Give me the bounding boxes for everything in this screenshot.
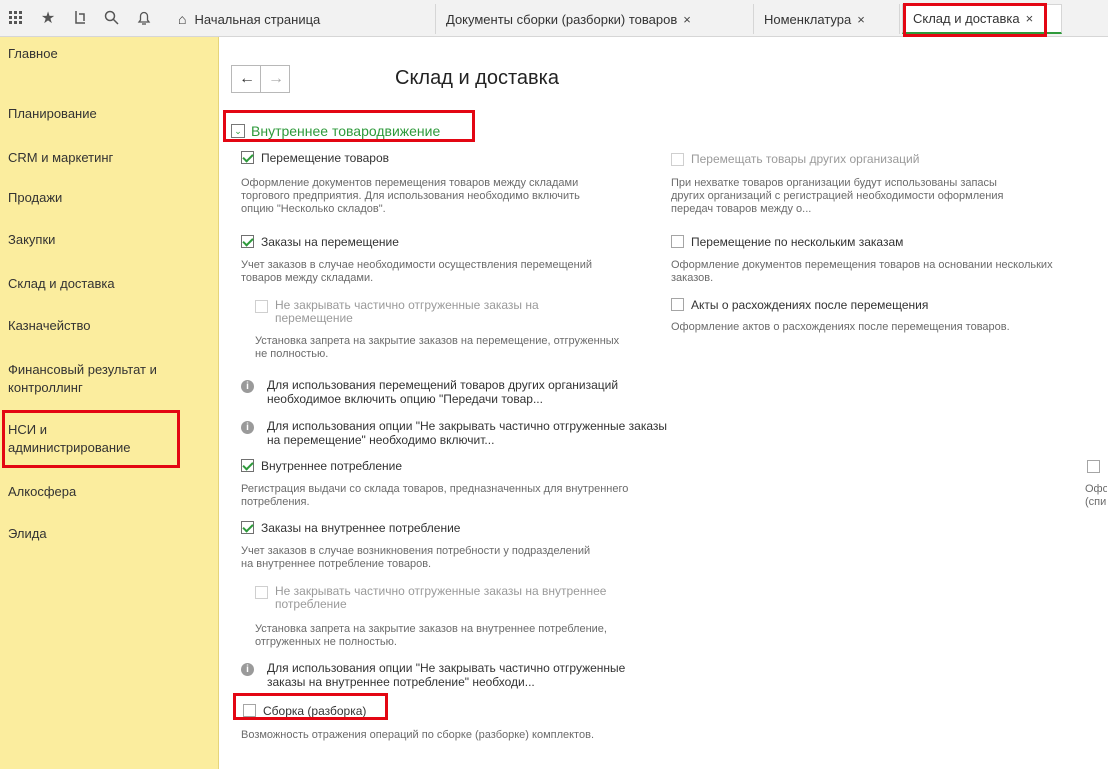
history-icon[interactable]	[68, 6, 92, 30]
no-close-internal-label: Не закрывать частично отгруженные заказы…	[275, 584, 607, 611]
internal-use-desc: Регистрация выдачи со склада товаров, пр…	[241, 483, 629, 508]
close-icon[interactable]: ×	[857, 12, 865, 27]
info-icon: i	[241, 380, 254, 393]
no-close-internal-checkbox[interactable]	[255, 586, 268, 599]
sidebar-item-sales[interactable]: Продажи	[8, 189, 208, 207]
close-icon[interactable]: ×	[683, 12, 691, 27]
sidebar-item-alcosphere[interactable]: Алкосфера	[8, 483, 208, 501]
top-bar: ★ ⌂ Начальная страница Документы сборки …	[0, 0, 1108, 37]
internal-use-label: Внутреннее потребление	[261, 459, 403, 473]
sidebar-item-main[interactable]: Главное	[8, 45, 208, 63]
discrepancy-label: Акты о расхождениях после перемещения	[691, 298, 929, 312]
other-orgs-label: Перемещать товары других организаций	[691, 152, 920, 166]
home-icon: ⌂	[178, 11, 187, 27]
tab-nomenclature[interactable]: Номенклатура ×	[754, 4, 900, 34]
bell-icon[interactable]	[132, 6, 156, 30]
info-note: Для использования опции "Не закрывать ча…	[267, 661, 626, 689]
back-button[interactable]: ←	[231, 65, 261, 93]
move-orders-checkbox[interactable]	[241, 235, 254, 248]
info-icon: i	[241, 421, 254, 434]
no-close-move-label: Не закрывать частично отгруженные заказы…	[275, 298, 539, 325]
multi-orders-checkbox[interactable]	[671, 235, 684, 248]
section-title: Внутреннее товародвижение	[251, 123, 441, 139]
section-header[interactable]: ⌄ Внутреннее товародвижение	[231, 123, 440, 139]
other-orgs-desc: При нехватке товаров организации будут и…	[671, 177, 1004, 215]
arrow-right-icon: →	[268, 70, 284, 87]
tab-home[interactable]: ⌂ Начальная страница	[168, 4, 436, 34]
sidebar-item-elida[interactable]: Элида	[8, 525, 208, 543]
no-close-move-desc: Установка запрета на закрытие заказов на…	[255, 335, 620, 360]
other-orgs-checkbox[interactable]	[671, 153, 684, 166]
sidebar-item-treasury[interactable]: Казначейство	[8, 317, 208, 335]
multi-orders-desc: Оформление документов перемещения товаро…	[671, 259, 1053, 284]
move-goods-desc: Оформление документов перемещения товаро…	[241, 177, 580, 215]
discrepancy-desc: Оформление актов о расхождениях после пе…	[671, 321, 1010, 333]
info-note: Для использования перемещений товаров др…	[267, 378, 619, 406]
sidebar-item-crm[interactable]: CRM и маркетинг	[8, 149, 208, 167]
close-icon[interactable]: ×	[1026, 11, 1034, 26]
tab-label: Номенклатура	[764, 11, 852, 27]
sidebar-item-purchases[interactable]: Закупки	[8, 231, 208, 249]
assembly-checkbox[interactable]	[243, 704, 256, 717]
info-note: Для использования опции "Не закрывать ча…	[267, 419, 668, 447]
sidebar-item-admin[interactable]: НСИ и администрирование	[8, 421, 148, 457]
internal-orders-checkbox[interactable]	[241, 521, 254, 534]
info-icon: i	[241, 663, 254, 676]
chevron-down-icon[interactable]: ⌄	[231, 124, 245, 138]
discrepancy-checkbox[interactable]	[671, 298, 684, 311]
internal-use-checkbox[interactable]	[241, 459, 254, 472]
move-orders-label: Заказы на перемещение	[261, 235, 399, 249]
tab-label: Начальная страница	[194, 11, 321, 27]
cutoff-checkbox[interactable]	[1087, 460, 1100, 473]
arrow-left-icon: ←	[239, 70, 255, 87]
multi-orders-label: Перемещение по нескольким заказам	[691, 235, 904, 249]
apps-grid-icon[interactable]	[4, 6, 28, 30]
main-panel: ← → Склад и доставка ⌄ Внутреннее товаро…	[219, 37, 1108, 769]
tab-label: Склад и доставка	[913, 11, 1020, 26]
sidebar-item-warehouse[interactable]: Склад и доставка	[8, 275, 208, 293]
internal-orders-label: Заказы на внутреннее потребление	[261, 521, 461, 535]
assembly-label: Сборка (разборка)	[263, 704, 367, 718]
forward-button[interactable]: →	[260, 65, 290, 93]
no-close-internal-desc: Установка запрета на закрытие заказов на…	[255, 623, 607, 648]
sidebar: Главное Планирование CRM и маркетинг Про…	[0, 37, 219, 769]
move-goods-label: Перемещение товаров	[261, 151, 389, 165]
sidebar-item-finance[interactable]: Финансовый результат и контроллинг	[8, 361, 198, 397]
cutoff-text: Офо (спи	[1085, 483, 1107, 508]
move-goods-checkbox[interactable]	[241, 151, 254, 164]
tab-label: Документы сборки (разборки) товаров	[446, 11, 678, 27]
assembly-desc: Возможность отражения операций по сборке…	[241, 729, 594, 741]
star-icon[interactable]: ★	[36, 6, 60, 30]
internal-orders-desc: Учет заказов в случае возникновения потр…	[241, 545, 591, 570]
search-icon[interactable]	[100, 6, 124, 30]
tab-warehouse[interactable]: Склад и доставка ×	[902, 4, 1062, 34]
move-orders-desc: Учет заказов в случае необходимости осущ…	[241, 259, 592, 284]
tab-assembly-docs[interactable]: Документы сборки (разборки) товаров ×	[436, 4, 754, 34]
page-title: Склад и доставка	[395, 67, 559, 89]
sidebar-item-planning[interactable]: Планирование	[8, 105, 208, 123]
no-close-move-checkbox[interactable]	[255, 300, 268, 313]
